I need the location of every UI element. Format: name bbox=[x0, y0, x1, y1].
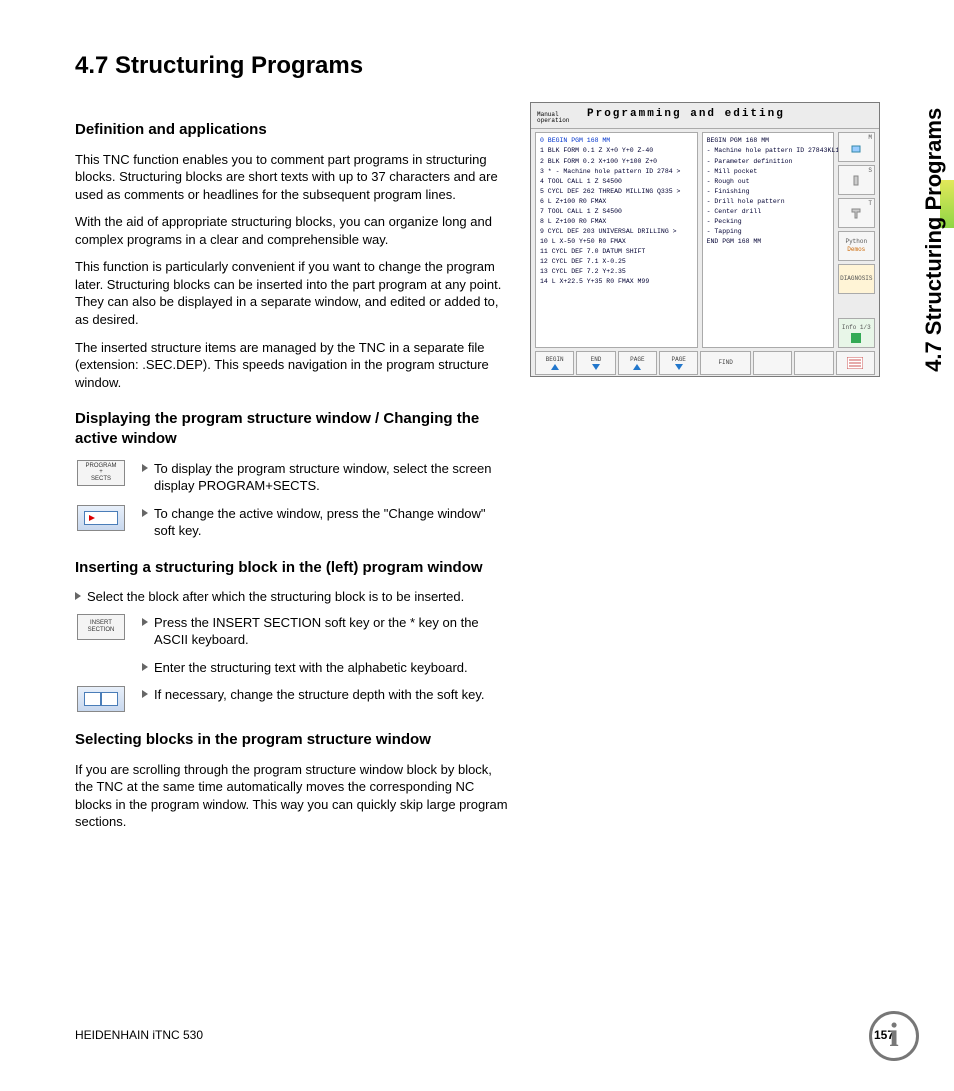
para: The inserted structure items are managed… bbox=[75, 339, 510, 392]
step-text: To display the program structure window,… bbox=[154, 460, 510, 495]
step-text: Select the block after which the structu… bbox=[87, 588, 464, 606]
heading-inserting-block: Inserting a structuring block in the (le… bbox=[75, 558, 510, 578]
footer-btn-page-down: PAGE bbox=[659, 351, 698, 375]
struct-line: - Pecking bbox=[707, 217, 829, 227]
struct-line: - Machine hole pattern ID 27843KL1 bbox=[707, 146, 829, 156]
code-line: 6 L Z+100 R0 FMAX bbox=[540, 197, 693, 207]
step-text: Press the INSERT SECTION soft key or the… bbox=[154, 614, 510, 649]
footer-btn-blank bbox=[753, 351, 792, 375]
code-line: 2 BLK FORM 0.2 X+100 Y+100 Z+0 bbox=[540, 157, 693, 167]
tnc-screenshot: Manualoperation Programming and editing … bbox=[530, 102, 880, 377]
code-line: 11 CYCL DEF 7.0 DATUM SHIFT bbox=[540, 247, 693, 257]
side-btn-python: PythonDemos bbox=[838, 231, 875, 261]
struct-line: - Drill hole pattern bbox=[707, 197, 829, 207]
code-line: 9 CYCL DEF 203 UNIVERSAL DRILLING > bbox=[540, 227, 693, 237]
footer-btn-blank bbox=[794, 351, 833, 375]
page-title: 4.7 Structuring Programs bbox=[75, 50, 894, 82]
code-line: 8 L Z+100 R0 FMAX bbox=[540, 217, 693, 227]
struct-line: - Rough out bbox=[707, 177, 829, 187]
bullet-icon bbox=[142, 509, 148, 517]
bullet-icon bbox=[142, 618, 148, 626]
side-btn-diagnosis: DIAGNOSIS bbox=[838, 264, 875, 294]
para: If you are scrolling through the program… bbox=[75, 761, 510, 831]
step-text: Enter the structuring text with the alph… bbox=[154, 659, 468, 677]
heading-selecting-blocks: Selecting blocks in the program structur… bbox=[75, 730, 510, 750]
struct-line: BEGIN PGM 168 MM bbox=[707, 136, 829, 146]
para: With the aid of appropriate structuring … bbox=[75, 213, 510, 248]
code-line: 13 CYCL DEF 7.2 Y+2.35 bbox=[540, 267, 693, 277]
structure-pane: BEGIN PGM 168 MM - Machine hole pattern … bbox=[702, 132, 834, 348]
bullet-icon bbox=[142, 663, 148, 671]
side-section-tab: 4.7 Structuring Programs bbox=[914, 40, 954, 440]
code-line: 4 TOOL CALL 1 Z S4500 bbox=[540, 177, 693, 187]
side-btn-t: T bbox=[838, 198, 875, 228]
para: This function is particularly convenient… bbox=[75, 258, 510, 328]
code-line: 3 * - Machine hole pattern ID 2784 > bbox=[540, 167, 693, 177]
struct-line: - Mill pocket bbox=[707, 167, 829, 177]
struct-line: - Tapping bbox=[707, 227, 829, 237]
softkey-insert-section: INSERT SECTION bbox=[77, 614, 125, 640]
mode-line: operation bbox=[537, 118, 587, 124]
heading-definition: Definition and applications bbox=[75, 120, 510, 140]
code-line: 12 CYCL DEF 7.1 X-0.25 bbox=[540, 257, 693, 267]
struct-line: END PGM 168 MM bbox=[707, 237, 829, 247]
footer-product: HEIDENHAIN iTNC 530 bbox=[75, 1027, 203, 1043]
footer-btn-list-icon bbox=[836, 351, 875, 375]
program-pane: 0 BEGIN PGM 168 MM 1 BLK FORM 0.1 Z X+0 … bbox=[535, 132, 698, 348]
struct-line: - Center drill bbox=[707, 207, 829, 217]
code-line: 7 TOOL CALL 1 Z S4500 bbox=[540, 207, 693, 217]
heading-display-window: Displaying the program structure window … bbox=[75, 409, 510, 450]
screenshot-title: Programming and editing bbox=[587, 107, 785, 122]
code-line: 0 BEGIN PGM 168 MM bbox=[540, 136, 693, 146]
side-btn-s: S bbox=[838, 165, 875, 195]
bullet-icon bbox=[142, 464, 148, 472]
footer-btn-begin: BEGIN bbox=[535, 351, 574, 375]
code-line: 14 L X+22.5 Y+35 R0 FMAX M99 bbox=[540, 277, 693, 287]
struct-line: - Finishing bbox=[707, 187, 829, 197]
softkey-depth-icon bbox=[77, 686, 125, 712]
code-line: 5 CYCL DEF 262 THREAD MILLING Q335 > bbox=[540, 187, 693, 197]
softkey-change-window-icon bbox=[77, 505, 125, 531]
footer-btn-find: FIND bbox=[700, 351, 751, 375]
step-text: To change the active window, press the "… bbox=[154, 505, 510, 540]
side-btn-info: Info 1/3 bbox=[838, 318, 875, 348]
step-text: If necessary, change the structure depth… bbox=[154, 686, 484, 704]
footer-btn-page-up: PAGE bbox=[618, 351, 657, 375]
bullet-icon bbox=[75, 592, 81, 600]
side-btn-m: M bbox=[838, 132, 875, 162]
struct-line: - Parameter definition bbox=[707, 157, 829, 167]
bullet-icon bbox=[142, 690, 148, 698]
para: This TNC function enables you to comment… bbox=[75, 151, 510, 204]
code-line: 10 L X-50 Y+50 R0 FMAX bbox=[540, 237, 693, 247]
code-line: 1 BLK FORM 0.1 Z X+0 Y+0 Z-40 bbox=[540, 146, 693, 156]
info-icon: i bbox=[869, 1011, 919, 1061]
softkey-program-sects: PROGRAM + SECTS bbox=[77, 460, 125, 486]
footer-btn-end: END bbox=[576, 351, 615, 375]
